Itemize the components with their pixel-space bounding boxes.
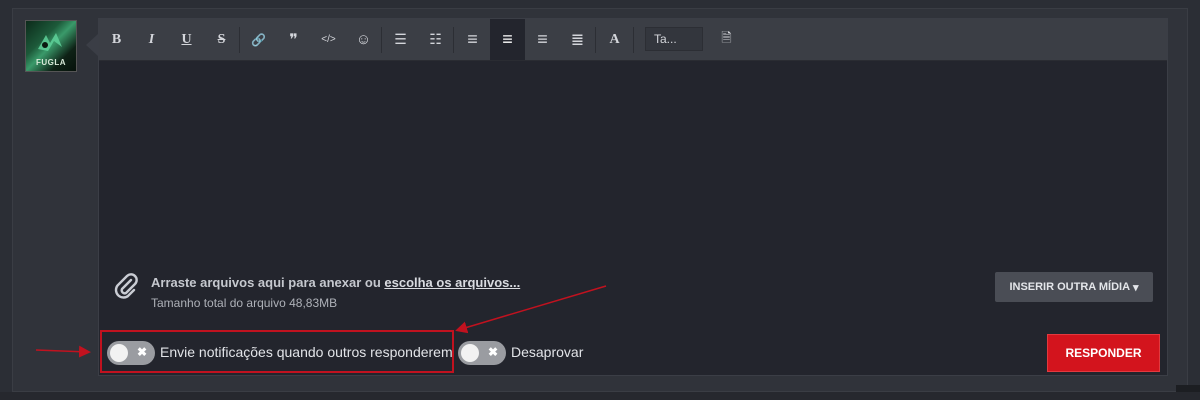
attach-size-info: Tamanho total do arquivo 48,83MB — [151, 296, 337, 310]
numbered-list-icon: ☷ — [429, 31, 442, 47]
numbered-list-button[interactable]: ☷ — [418, 19, 453, 60]
page-bottom — [0, 392, 1200, 400]
emoji-button[interactable]: ☺ — [346, 19, 381, 60]
insert-media-button[interactable]: INSERIR OUTRA MÍDIA ▾ — [995, 272, 1153, 302]
toggle-knob — [110, 344, 128, 362]
insert-media-label: INSERIR OUTRA MÍDIA — [1009, 281, 1131, 293]
choose-files-link[interactable]: escolha os arquivos... — [384, 275, 520, 290]
disapprove-toggle-label: Desaprovar — [511, 344, 584, 360]
close-icon: ✖ — [136, 345, 147, 359]
respond-button[interactable]: RESPONDER — [1047, 334, 1160, 372]
align-left-icon: ≡ — [502, 29, 513, 49]
notify-toggle-label: Envie notificações quando outros respond… — [160, 344, 453, 360]
italic-button[interactable]: I — [134, 19, 169, 60]
strikethrough-button[interactable]: S — [204, 19, 239, 60]
font-color-button[interactable]: A — [597, 19, 632, 60]
link-icon: 🔗 — [251, 32, 266, 47]
template-button[interactable]: 🗎 — [709, 19, 744, 60]
attach-size-value: 48,83MB — [289, 296, 338, 310]
editor-toolbar: B I U S 🔗 ❞ </> ☺ ☰ ☷ ≡ ≡ ≡ ≣ A Ta... 🗎 — [99, 19, 1167, 61]
align-center-button[interactable]: ≡ — [455, 19, 490, 60]
avatar-text: FUGLA — [35, 58, 67, 67]
font-size-select[interactable]: Ta... — [645, 27, 703, 51]
chevron-down-icon: ▾ — [1133, 281, 1139, 294]
font-color-icon: A — [609, 31, 620, 47]
toolbar-divider — [381, 27, 382, 53]
toolbar-divider — [239, 27, 240, 53]
editor-pointer — [86, 34, 98, 56]
disapprove-toggle[interactable]: ✖ — [458, 341, 506, 365]
toolbar-divider — [595, 27, 596, 53]
paperclip-icon — [114, 273, 138, 299]
align-justify-button[interactable]: ≣ — [560, 19, 595, 60]
avatar[interactable]: FUGLA — [25, 20, 77, 72]
bullet-list-icon: ☰ — [394, 31, 407, 47]
align-center-icon: ≡ — [467, 29, 478, 49]
code-button[interactable]: </> — [311, 19, 346, 60]
notify-toggle[interactable]: ✖ — [107, 341, 155, 365]
align-right-icon: ≡ — [537, 29, 548, 49]
template-icon: 🗎 — [721, 29, 732, 45]
toolbar-divider — [633, 27, 634, 53]
attach-instructions: Arraste arquivos aqui para anexar ou esc… — [151, 275, 520, 290]
close-icon: ✖ — [487, 345, 498, 359]
bold-icon: B — [111, 31, 122, 47]
strikethrough-icon: S — [217, 31, 226, 47]
toolbar-divider — [453, 27, 454, 53]
avatar-graphic — [38, 33, 62, 51]
italic-icon: I — [148, 31, 155, 47]
align-justify-icon: ≣ — [570, 31, 585, 49]
quote-button[interactable]: ❞ — [276, 19, 311, 60]
align-right-button[interactable]: ≡ — [525, 19, 560, 60]
link-button[interactable]: 🔗 — [241, 19, 276, 60]
bold-button[interactable]: B — [99, 19, 134, 60]
underline-button[interactable]: U — [169, 19, 204, 60]
align-left-button[interactable]: ≡ — [490, 19, 525, 60]
code-icon: </> — [321, 34, 336, 45]
message-editor[interactable]: B I U S 🔗 ❞ </> ☺ ☰ ☷ ≡ ≡ ≡ ≣ A Ta... 🗎 … — [98, 18, 1168, 376]
attach-prefix: Arraste arquivos aqui para anexar ou — [151, 275, 385, 290]
toggle-knob — [461, 344, 479, 362]
underline-icon: U — [181, 31, 192, 47]
smiley-icon: ☺ — [355, 31, 372, 48]
quote-icon: ❞ — [289, 31, 298, 49]
attach-size-label: Tamanho total do arquivo — [151, 296, 290, 310]
bullet-list-button[interactable]: ☰ — [383, 19, 418, 60]
